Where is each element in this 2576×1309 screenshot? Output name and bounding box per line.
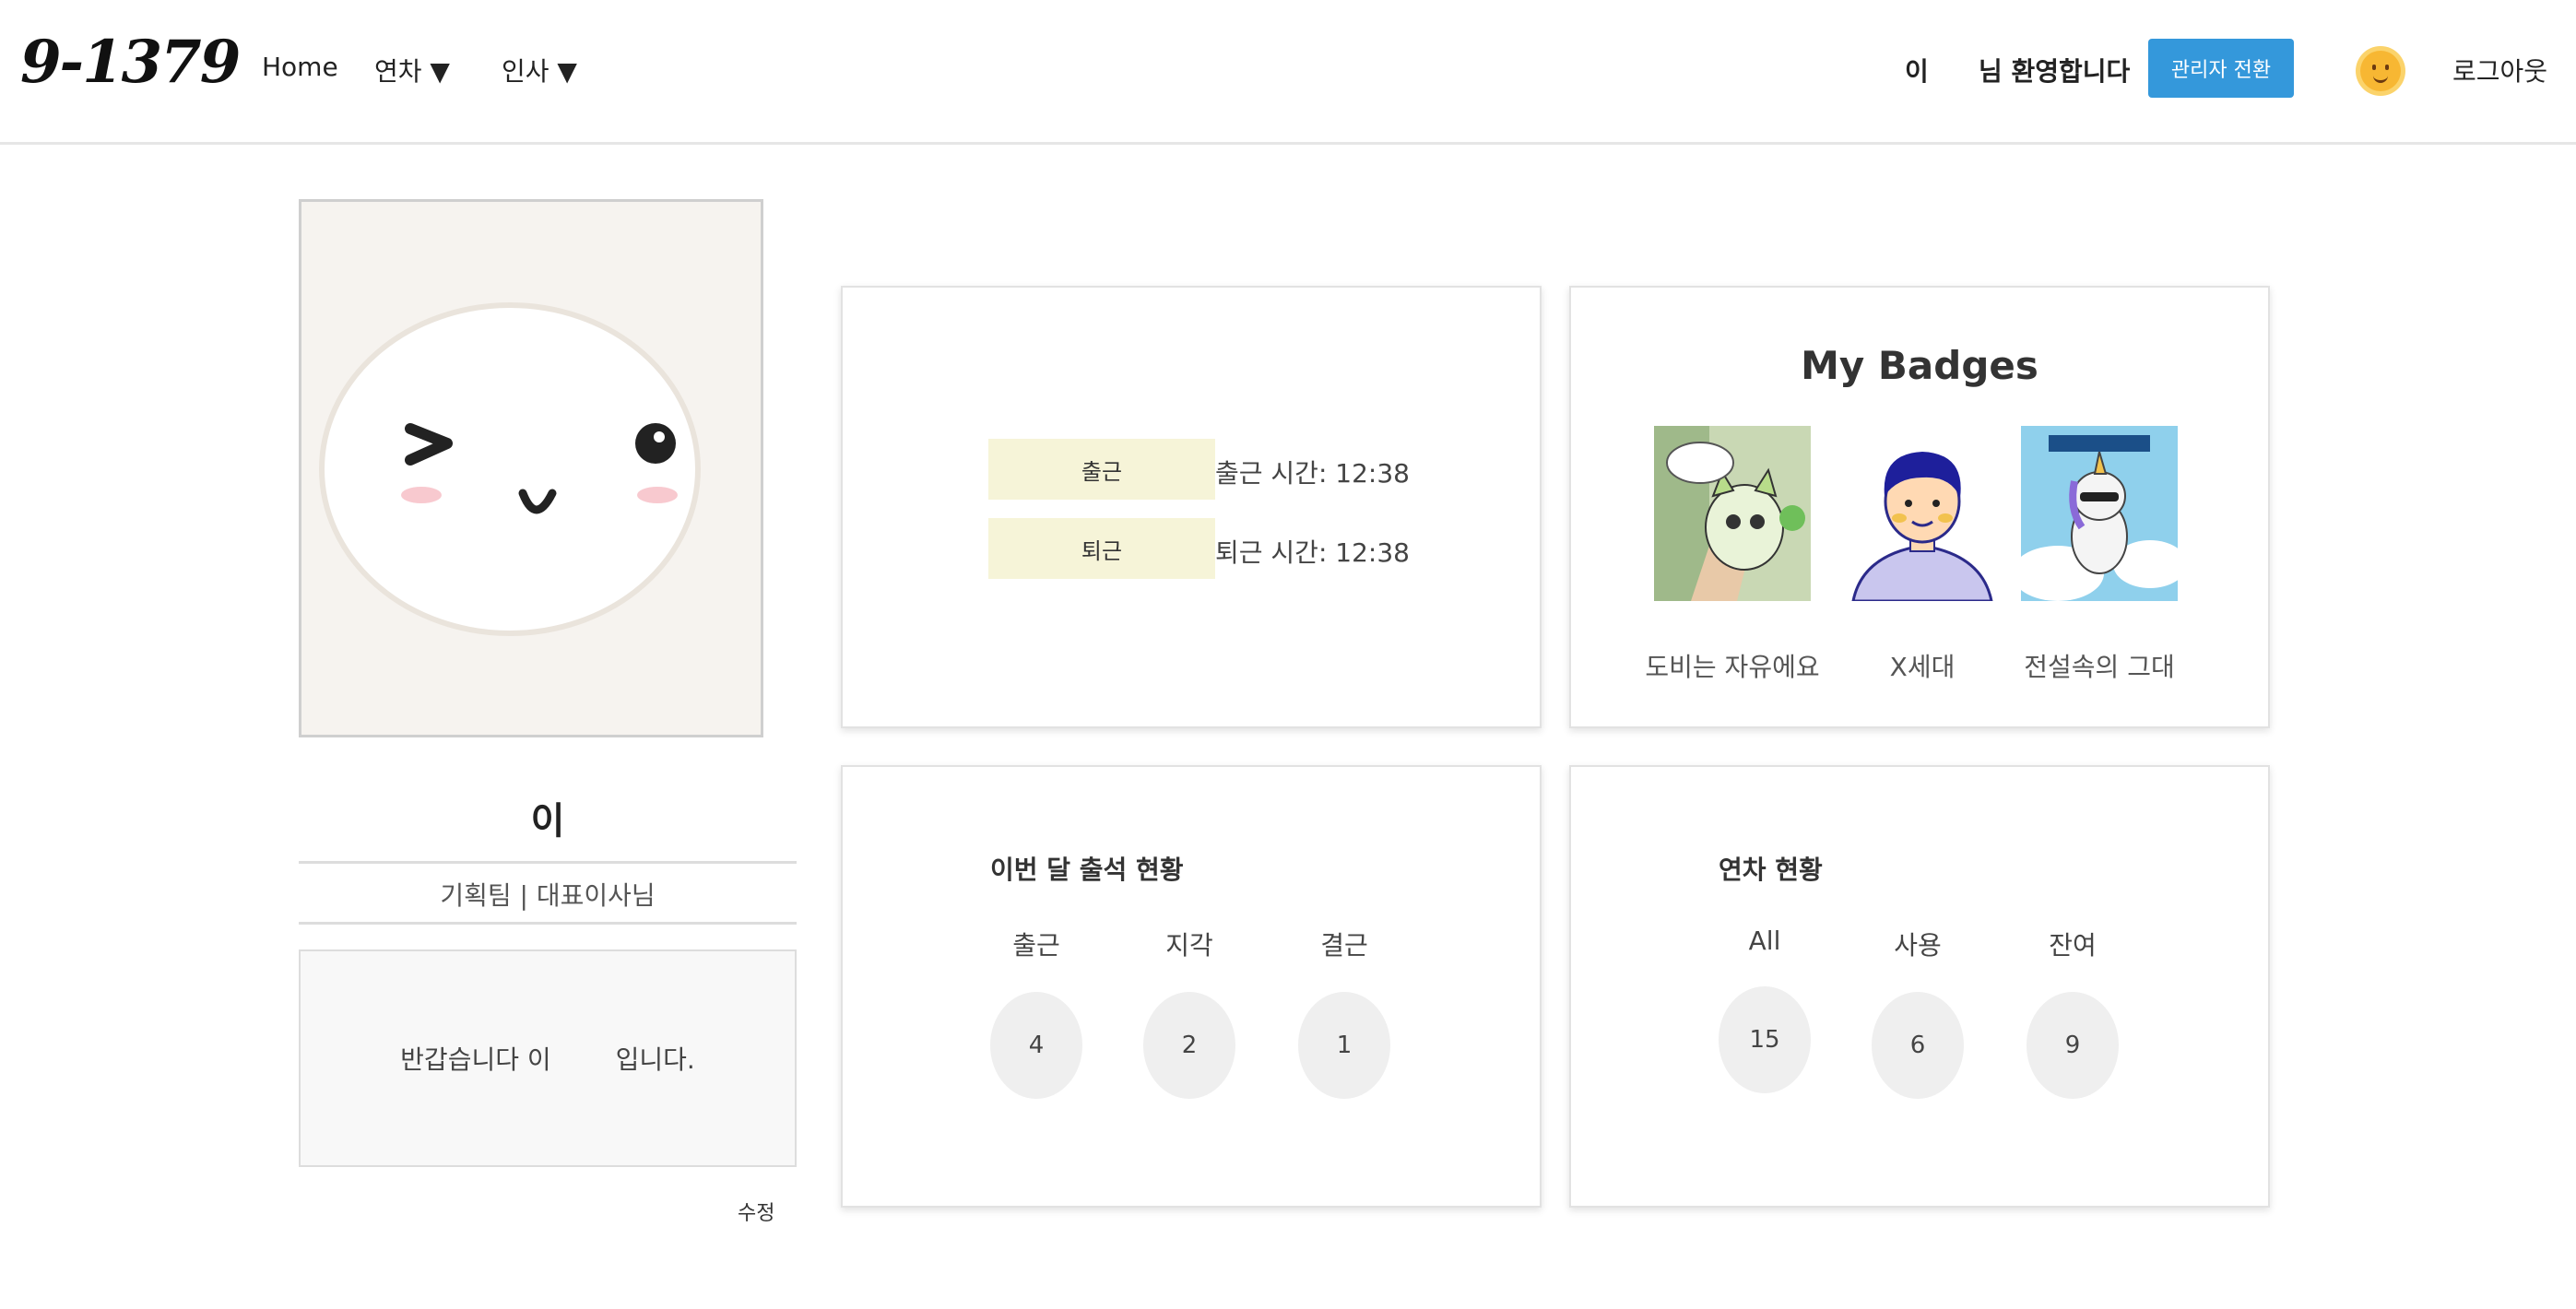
welcome-text: 님 환영합니다 — [1979, 56, 2131, 87]
edit-profile-link[interactable]: 수정 — [738, 1197, 774, 1226]
nav-home[interactable]: Home — [262, 52, 338, 82]
check-out-button[interactable]: 퇴근 — [988, 518, 1215, 579]
user-name: 이 — [1905, 56, 1929, 87]
check-in-time: 출근 시간: 12:38 — [1215, 458, 1410, 489]
divider — [299, 922, 797, 925]
sun-eye-left — [2372, 65, 2376, 70]
nav-annual-leave-menu[interactable]: 연차 ▼ — [374, 52, 450, 88]
profile-department: 기획팀 | 대표이사님 — [440, 880, 656, 911]
logout-link[interactable]: 로그아웃 — [2452, 52, 2547, 88]
stat-label: 출근 — [1012, 930, 1060, 961]
profile-name: 이 — [530, 800, 565, 843]
greeting-box: 반갑습니다 이 입니다. — [299, 949, 797, 1167]
nav-hr-menu[interactable]: 인사 ▼ — [502, 52, 577, 88]
greeting-suffix: 입니다. — [615, 1044, 695, 1075]
check-out-time: 퇴근 시간: 12:38 — [1215, 537, 1410, 568]
attendance-card: 출근 출근 시간: 12:38 퇴근 퇴근 시간: 12:38 — [841, 286, 1542, 728]
unicorn-icon — [2021, 426, 2178, 601]
badge-label: 도비는 자유에요 — [1645, 652, 1820, 682]
sun-eye-right — [2385, 65, 2389, 70]
mochi-face-icon — [319, 302, 701, 636]
stat-value: 9 — [2027, 992, 2119, 1099]
badges-title: My Badges — [1801, 343, 2038, 388]
top-navbar: 9-1379 Home 연차 ▼ 인사 ▼ 이 님 환영합니다 관리자 전환 로… — [0, 0, 2576, 145]
stat-value: 2 — [1143, 992, 1235, 1099]
stat-value: 6 — [1872, 992, 1964, 1099]
annual-leave-card: 연차 현황 All 사용 잔여 15 6 9 — [1569, 765, 2270, 1208]
stat-value: 1 — [1298, 992, 1390, 1099]
cat-plant-icon — [1654, 426, 1811, 601]
site-logo[interactable]: 9-1379 — [20, 28, 241, 97]
monthly-attendance-card: 이번 달 출석 현황 출근 지각 결근 4 2 1 — [841, 765, 1542, 1208]
sun-face-icon[interactable] — [2360, 51, 2401, 91]
stat-label: 결근 — [1320, 930, 1368, 961]
badge-label: X세대 — [1889, 652, 1956, 682]
badges-card: My Badges 도비는 자유에요 X세대 전설속의 그대 — [1569, 286, 2270, 728]
annual-leave-title: 연차 현황 — [1719, 855, 1823, 885]
badge-label: 전설속의 그대 — [2024, 652, 2175, 682]
divider — [299, 861, 797, 864]
sun-mouth — [2373, 75, 2388, 83]
man-portrait-icon — [1844, 426, 2001, 601]
stat-label: 잔여 — [2049, 930, 2097, 961]
stat-value: 15 — [1719, 986, 1811, 1093]
check-in-button[interactable]: 출근 — [988, 439, 1215, 500]
stat-label: 지각 — [1165, 930, 1213, 961]
stat-label: All — [1748, 926, 1781, 956]
profile-photo — [299, 199, 763, 737]
stat-value: 4 — [990, 992, 1082, 1099]
stat-label: 사용 — [1894, 930, 1942, 961]
admin-switch-button[interactable]: 관리자 전환 — [2148, 39, 2294, 98]
greeting-prefix: 반갑습니다 이 — [400, 1044, 551, 1075]
monthly-attendance-title: 이번 달 출석 현황 — [990, 855, 1184, 885]
